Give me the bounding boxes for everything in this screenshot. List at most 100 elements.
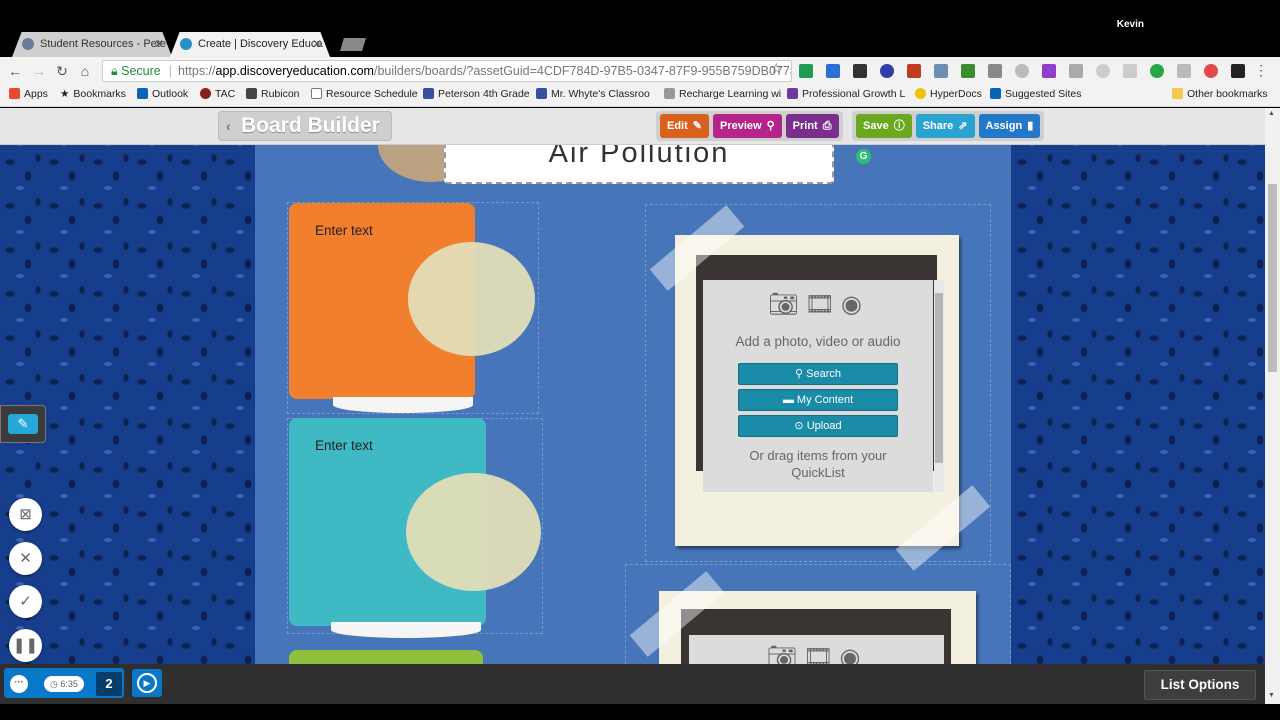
rubicon-icon bbox=[246, 88, 257, 99]
text-card-green[interactable] bbox=[289, 650, 483, 664]
extension-icon[interactable] bbox=[799, 64, 813, 78]
bookmark-icon: ▮ bbox=[1027, 120, 1034, 132]
extension-icon[interactable] bbox=[1150, 64, 1164, 78]
my-content-button[interactable]: ▬ My Content bbox=[738, 389, 898, 411]
list-options-button[interactable]: List Options bbox=[1144, 670, 1256, 700]
assign-button[interactable]: Assign ▮ bbox=[978, 114, 1041, 138]
crest-icon bbox=[536, 88, 547, 99]
secure-label: Secure bbox=[121, 64, 161, 78]
annotate-pencil-tab[interactable]: ✎ bbox=[0, 405, 46, 443]
play-icon: ▶ bbox=[137, 673, 157, 693]
screen-recorder-widget[interactable]: ··· ◷ 6:35 2 bbox=[4, 668, 124, 698]
card-text[interactable]: Enter text bbox=[315, 223, 373, 238]
preview-button[interactable]: Preview ⚲ bbox=[713, 114, 782, 138]
save-share-assign-group: Save ⓘ Share ⇗ Assign ▮ bbox=[852, 111, 1045, 141]
card-curl bbox=[331, 622, 481, 638]
edit-button[interactable]: Edit ✎ bbox=[660, 114, 709, 138]
card-text[interactable]: Enter text bbox=[315, 438, 373, 453]
extension-icon[interactable] bbox=[826, 64, 840, 78]
bookmark-other[interactable]: Other bookmarks bbox=[1172, 88, 1268, 100]
folder-icon bbox=[1172, 88, 1183, 99]
close-tab-icon[interactable]: ✕ bbox=[312, 37, 322, 51]
panel-scroll-thumb[interactable] bbox=[935, 293, 943, 463]
extension-icon[interactable] bbox=[961, 64, 975, 78]
search-media-button[interactable]: ⚲ Search bbox=[738, 363, 898, 385]
bookmark-recharge[interactable]: Recharge Learning wi bbox=[664, 88, 781, 100]
bottom-bar: ··· ◷ 6:35 2 ▶ List Options bbox=[0, 664, 1265, 704]
board-canvas: Enter text Enter text 📷︎🎞︎◉ Add a photo,… bbox=[255, 144, 1011, 664]
pause-button[interactable]: ❚❚ bbox=[9, 629, 42, 662]
extension-icon[interactable] bbox=[1015, 64, 1029, 78]
recharge-icon bbox=[664, 88, 675, 99]
share-icon: ⇗ bbox=[958, 120, 968, 132]
close-button[interactable]: ✕ bbox=[9, 542, 42, 575]
extension-icon[interactable] bbox=[1177, 64, 1191, 78]
card-image-placeholder[interactable] bbox=[408, 242, 535, 356]
more-menu-icon[interactable]: ⋮ bbox=[1254, 62, 1268, 79]
bookmark-apps[interactable]: Apps bbox=[9, 88, 48, 100]
url-scheme: https:// bbox=[178, 64, 216, 78]
bookmark-hyperdocs[interactable]: HyperDocs bbox=[915, 88, 982, 100]
crest-icon bbox=[423, 88, 434, 99]
bing-icon bbox=[990, 88, 1001, 99]
bookmark-tac[interactable]: TAC bbox=[200, 88, 235, 100]
media-frame: 📷︎🎞︎◉ Add a photo, video or audio ⚲ Sear… bbox=[675, 235, 959, 546]
profile-name[interactable]: Kevin bbox=[1117, 19, 1144, 30]
bookmark-suggested-sites[interactable]: Suggested Sites bbox=[990, 88, 1081, 100]
card-image-placeholder[interactable] bbox=[406, 473, 541, 591]
lock-icon: 🔒︎ bbox=[111, 64, 118, 78]
screen-bottom-edge bbox=[0, 704, 1280, 720]
camera-video-audio-icons: 📷︎🎞︎◉ bbox=[768, 291, 868, 318]
bookmark-mr-whyte[interactable]: Mr. Whyte's Classroo bbox=[536, 88, 650, 100]
print-button[interactable]: Print ⎙ bbox=[785, 114, 839, 138]
bookmarks-bar: Apps ★ Bookmarks Outlook TAC Rubicon Reso… bbox=[0, 85, 1280, 107]
tab-student-resources[interactable]: Student Resources - Pete ✕ bbox=[12, 32, 172, 57]
board-builder-logo[interactable]: ‹ Board Builder bbox=[218, 111, 392, 141]
close-tab-icon[interactable]: ✕ bbox=[154, 37, 164, 51]
save-button[interactable]: Save ⓘ bbox=[856, 114, 912, 138]
extension-icon[interactable] bbox=[1204, 64, 1218, 78]
upload-icon: ⊙ bbox=[794, 420, 807, 432]
magnify-icon: ⚲ bbox=[766, 120, 775, 132]
play-button[interactable]: ▶ bbox=[132, 669, 162, 697]
extension-icon[interactable] bbox=[934, 64, 948, 78]
scroll-up-icon[interactable]: ▲ bbox=[1268, 110, 1275, 117]
media-add-label: Add a photo, video or audio bbox=[735, 334, 901, 349]
new-tab-button[interactable] bbox=[340, 38, 366, 51]
grammarly-icon[interactable]: G bbox=[856, 149, 871, 164]
bookmark-peterson[interactable]: Peterson 4th Grade bbox=[423, 88, 530, 100]
back-icon[interactable]: ← bbox=[6, 62, 24, 80]
bookmark-outlook[interactable]: Outlook bbox=[137, 88, 188, 100]
url-path: /builders/boards/?assetGuid=4CDF784D-97B… bbox=[373, 64, 792, 78]
bookmark-rubicon[interactable]: Rubicon bbox=[246, 88, 300, 100]
bookmark-resource-schedule[interactable]: Resource Schedule bbox=[311, 88, 418, 100]
extension-icon[interactable] bbox=[1069, 64, 1083, 78]
page-scrollbar[interactable]: ▲ ▼ bbox=[1265, 108, 1280, 704]
share-button[interactable]: Share ⇗ bbox=[915, 114, 975, 138]
extension-icon[interactable] bbox=[907, 64, 921, 78]
done-check-button[interactable]: ✓ bbox=[9, 585, 42, 618]
forward-icon[interactable]: → bbox=[30, 62, 48, 80]
upload-button[interactable]: ⊙ Upload bbox=[738, 415, 898, 437]
scroll-down-icon[interactable]: ▼ bbox=[1268, 692, 1275, 699]
home-icon[interactable]: ⌂ bbox=[76, 62, 94, 80]
extension-icon[interactable] bbox=[1096, 64, 1110, 78]
tab-create-discovery[interactable]: Create | Discovery Educa ✕ bbox=[170, 32, 330, 57]
qr-icon[interactable] bbox=[1231, 64, 1245, 78]
page-scroll-thumb[interactable] bbox=[1268, 184, 1277, 372]
camera-off-button[interactable]: ⊠ bbox=[9, 498, 42, 531]
bookmark-bookmarks[interactable]: ★ Bookmarks bbox=[60, 88, 126, 100]
extension-icon[interactable] bbox=[880, 64, 894, 78]
url-field[interactable]: 🔒︎ Secure | https://app.discoveryeducation… bbox=[102, 60, 792, 82]
bookmark-professional-growth[interactable]: Professional Growth L bbox=[787, 88, 905, 100]
more-dots-icon[interactable]: ··· bbox=[10, 675, 28, 693]
bookmark-star-icon[interactable]: ☆ bbox=[770, 60, 783, 77]
extension-icon[interactable] bbox=[1123, 64, 1137, 78]
extension-icon[interactable] bbox=[988, 64, 1002, 78]
extension-icon[interactable] bbox=[1042, 64, 1056, 78]
extension-icon[interactable] bbox=[853, 64, 867, 78]
info-icon: ⓘ bbox=[893, 120, 905, 132]
reload-icon[interactable]: ↻ bbox=[53, 62, 71, 80]
apps-icon bbox=[9, 88, 20, 99]
tab-title: Create | Discovery Educa bbox=[198, 38, 323, 50]
